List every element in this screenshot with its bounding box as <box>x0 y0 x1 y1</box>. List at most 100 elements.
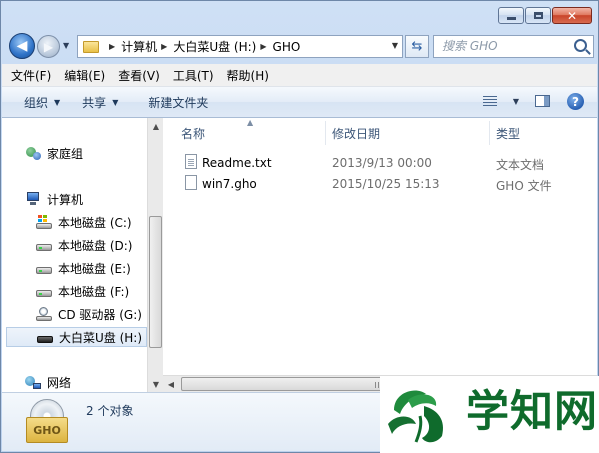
nav-drive-label: 本地磁盘 (F:) <box>58 284 130 299</box>
preview-pane-icon[interactable] <box>535 95 550 107</box>
hard-drive-icon <box>36 289 52 297</box>
chevron-right-icon[interactable]: ▶ <box>260 42 266 51</box>
computer-icon <box>25 192 41 206</box>
close-button[interactable]: ✕ <box>552 7 592 24</box>
scroll-up-icon[interactable]: ▲ <box>148 118 164 134</box>
minimize-icon <box>506 16 516 20</box>
search-input[interactable]: 搜索 GHO <box>433 35 594 58</box>
close-icon: ✕ <box>566 8 578 23</box>
system-drive-icon <box>36 215 52 229</box>
file-name: win7.gho <box>202 177 257 191</box>
menu-bar: 文件(F) 编辑(E) 查看(V) 工具(T) 帮助(H) <box>2 64 597 87</box>
forward-arrow-icon: ▶ <box>43 39 54 54</box>
chevron-right-icon[interactable]: ▶ <box>161 42 167 51</box>
nav-drive-f[interactable]: 本地磁盘 (F:) <box>36 281 129 301</box>
usb-drive-icon <box>37 335 53 343</box>
view-dropdown-icon[interactable]: ▼ <box>513 97 519 106</box>
new-folder-button[interactable]: 新建文件夹 <box>148 94 208 111</box>
navigation-pane: 家庭组 计算机 本地磁盘 (C:) 本地磁盘 (D:) 本地磁盘 (E:) 本地… <box>2 118 147 392</box>
nav-network-label: 网络 <box>47 375 72 390</box>
organize-label: 组织 <box>24 95 49 110</box>
scroll-down-icon[interactable]: ▼ <box>148 376 164 392</box>
file-date: 2013/9/13 00:00 <box>332 156 432 170</box>
nav-drive-h[interactable]: 大白菜U盘 (H:) <box>6 327 147 347</box>
breadcrumb-computer[interactable]: 计算机 <box>121 38 157 55</box>
nav-drive-g[interactable]: CD 驱动器 (G:) <box>36 304 142 324</box>
breadcrumb-gho[interactable]: GHO <box>273 40 301 54</box>
dropdown-arrow-icon: ▼ <box>54 97 61 107</box>
search-icon[interactable] <box>574 39 587 52</box>
share-label: 共享 <box>82 95 107 110</box>
help-icon[interactable]: ? <box>567 93 584 110</box>
column-divider[interactable] <box>489 121 490 145</box>
nav-drive-label: 本地磁盘 (D:) <box>58 238 133 253</box>
leaf-logo-icon <box>388 390 444 443</box>
back-arrow-icon: ◀ <box>16 38 28 54</box>
nav-homegroup-label: 家庭组 <box>47 146 84 161</box>
navigation-row: ◀ ▶ ▼ ▶ 计算机 ▶ 大白菜U盘 (H:) ▶ GHO ▼ ⇆ 搜索 GH… <box>7 32 594 60</box>
file-type: GHO 文件 <box>496 179 552 193</box>
nav-network[interactable]: 网络 <box>25 372 71 392</box>
view-options-icon[interactable] <box>483 96 497 107</box>
nav-homegroup[interactable]: 家庭组 <box>25 143 83 163</box>
gho-icon-label: GHO <box>26 417 68 443</box>
organize-button[interactable]: 组织 ▼ <box>24 94 60 111</box>
file-date: 2015/10/25 15:13 <box>332 177 440 191</box>
cd-drive-icon <box>36 307 52 321</box>
column-header-date[interactable]: 修改日期 <box>332 125 380 142</box>
address-dropdown-icon[interactable]: ▼ <box>392 41 398 50</box>
gho-folder-icon: GHO <box>26 399 68 445</box>
command-bar: 组织 ▼ 共享 ▼ 新建文件夹 ▼ ? <box>2 87 597 118</box>
watermark: 学知网 <box>380 376 599 453</box>
back-button[interactable]: ◀ <box>9 33 35 59</box>
nav-drive-label: 本地磁盘 (E:) <box>58 261 131 276</box>
refresh-icon: ⇆ <box>411 39 423 54</box>
search-placeholder: 搜索 GHO <box>442 39 498 53</box>
folder-icon <box>83 40 99 53</box>
minimize-button[interactable] <box>498 7 524 24</box>
item-count: 2 个对象 <box>86 404 134 418</box>
menu-view[interactable]: 查看(V) <box>118 67 160 84</box>
nav-drive-label: CD 驱动器 (G:) <box>58 307 142 322</box>
nav-computer-label: 计算机 <box>47 192 84 207</box>
breadcrumb-usb-drive[interactable]: 大白菜U盘 (H:) <box>173 38 256 55</box>
file-row[interactable]: win7.gho 2015/10/25 15:13 GHO 文件 <box>163 173 597 194</box>
nav-pane-scrollbar[interactable]: ▲ ▼ <box>147 118 163 392</box>
menu-tools[interactable]: 工具(T) <box>173 67 214 84</box>
file-type: 文本文档 <box>496 158 545 172</box>
scroll-left-icon[interactable]: ◀ <box>163 376 179 392</box>
column-header-type[interactable]: 类型 <box>496 125 520 142</box>
file-name: Readme.txt <box>202 156 272 170</box>
nav-drive-e[interactable]: 本地磁盘 (E:) <box>36 258 131 278</box>
dropdown-arrow-icon: ▼ <box>112 97 119 107</box>
watermark-text: 学知网 <box>466 387 598 437</box>
refresh-button[interactable]: ⇆ <box>405 35 429 58</box>
nav-drive-label: 大白菜U盘 (H:) <box>59 330 143 345</box>
column-header-name[interactable]: 名称 <box>181 125 205 142</box>
column-divider[interactable] <box>325 121 326 145</box>
text-file-icon <box>185 154 197 169</box>
file-row[interactable]: Readme.txt 2013/9/13 00:00 文本文档 <box>163 152 597 173</box>
maximize-button[interactable] <box>525 7 551 24</box>
chevron-right-icon[interactable]: ▶ <box>109 42 115 51</box>
recent-pages-dropdown[interactable]: ▼ <box>63 41 69 50</box>
nav-drive-label: 本地磁盘 (C:) <box>58 215 132 230</box>
forward-button[interactable]: ▶ <box>37 35 60 58</box>
hard-drive-icon <box>36 266 52 274</box>
network-icon <box>25 375 41 389</box>
address-bar[interactable]: ▶ 计算机 ▶ 大白菜U盘 (H:) ▶ GHO ▼ <box>77 35 403 58</box>
hard-drive-icon <box>36 243 52 251</box>
generic-file-icon <box>185 175 197 190</box>
menu-edit[interactable]: 编辑(E) <box>64 67 105 84</box>
file-list: ▲ 名称 修改日期 类型 Readme.txt 2013/9/13 00:00 … <box>163 118 597 375</box>
maximize-icon <box>533 12 543 19</box>
share-button[interactable]: 共享 ▼ <box>82 94 118 111</box>
nav-computer[interactable]: 计算机 <box>25 189 83 209</box>
homegroup-icon <box>25 146 41 160</box>
new-folder-label: 新建文件夹 <box>148 95 209 110</box>
menu-file[interactable]: 文件(F) <box>11 67 51 84</box>
menu-help[interactable]: 帮助(H) <box>227 67 269 84</box>
nav-drive-d[interactable]: 本地磁盘 (D:) <box>36 235 132 255</box>
nav-pane-scroll-thumb[interactable] <box>149 216 162 348</box>
nav-drive-c[interactable]: 本地磁盘 (C:) <box>36 212 132 232</box>
